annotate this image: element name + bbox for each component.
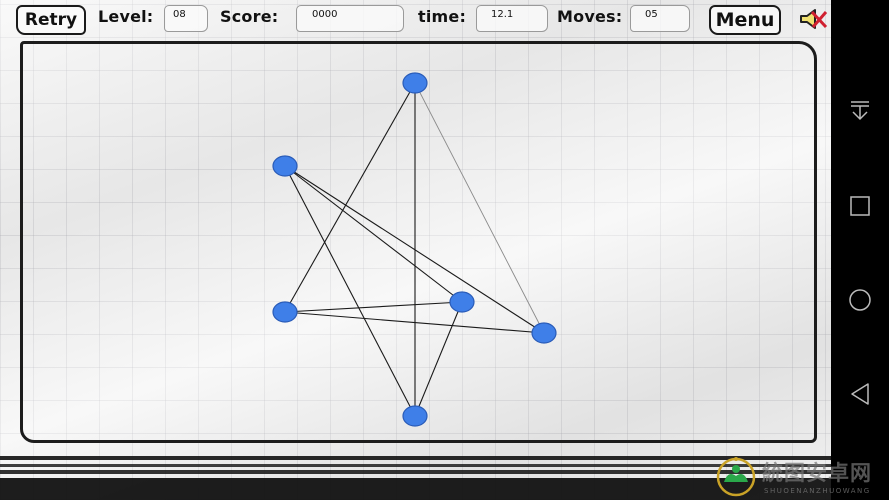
hud-bar: Retry Level: 08 Score: 0000 time: 12.1 M…	[0, 0, 831, 38]
score-label: Score:	[220, 7, 279, 26]
puzzle-graph[interactable]	[0, 0, 831, 500]
level-label: Level:	[98, 7, 154, 26]
home-icon	[849, 289, 871, 311]
game-screen: Retry Level: 08 Score: 0000 time: 12.1 M…	[0, 0, 831, 500]
edge-A-C	[284, 82, 416, 313]
edge-B-D	[284, 165, 463, 303]
level-value: 08	[164, 5, 208, 32]
watermark: 統图安卓网 SHUOENANZHUOWANG	[714, 455, 889, 500]
time-label: time:	[418, 7, 467, 26]
home-button[interactable]	[845, 285, 875, 315]
graph-node-D[interactable]	[449, 291, 475, 313]
edge-D-F	[414, 301, 463, 417]
menu-button[interactable]: Menu	[709, 5, 781, 35]
edge-C-D	[284, 301, 463, 313]
graph-node-C[interactable]	[272, 301, 298, 323]
graph-node-E[interactable]	[531, 322, 557, 344]
score-value: 0000	[296, 5, 404, 32]
android-nav-bar	[831, 0, 889, 500]
edge-B-F	[284, 165, 416, 417]
watermark-logo-icon	[716, 457, 756, 497]
notification-pull-icon	[851, 101, 869, 121]
watermark-title: 統图安卓网	[762, 461, 872, 485]
time-value: 12.1	[476, 5, 548, 32]
moves-value: 05	[630, 5, 690, 32]
sound-toggle-button[interactable]	[798, 6, 830, 32]
recent-apps-icon	[850, 196, 870, 216]
watermark-subtitle: SHUOENANZHUOWANG	[764, 487, 871, 495]
moves-label: Moves:	[557, 7, 623, 26]
back-button[interactable]	[845, 379, 875, 409]
notification-pull-button[interactable]	[845, 96, 875, 126]
back-icon	[851, 383, 869, 405]
edge-A-E	[414, 82, 545, 334]
recent-apps-button[interactable]	[845, 191, 875, 221]
speaker-muted-icon	[800, 9, 828, 29]
graph-node-B[interactable]	[272, 155, 298, 177]
graph-node-F[interactable]	[402, 405, 428, 427]
retry-button[interactable]: Retry	[16, 5, 86, 35]
graph-node-A[interactable]	[402, 72, 428, 94]
